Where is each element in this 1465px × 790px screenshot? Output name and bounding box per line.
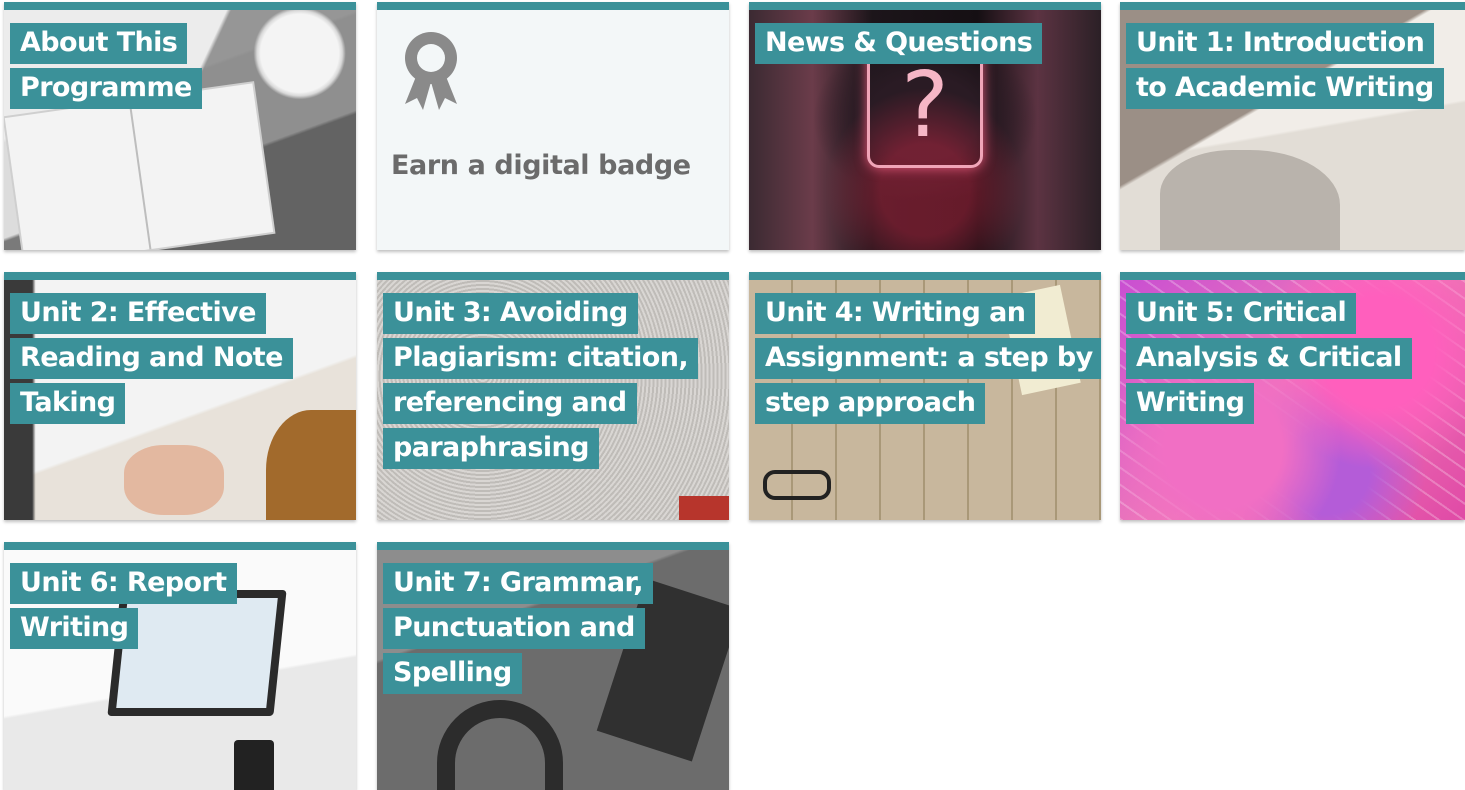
course-tile-grid: About This Programme Earn a digital badg… [0, 0, 1465, 790]
tile-about-title: About This Programme [10, 20, 210, 110]
tile-unit-7[interactable]: Unit 7: Grammar, Punctuation and Spellin… [377, 542, 729, 790]
tile-about-programme[interactable]: About This Programme [4, 2, 356, 250]
tile-unit-4[interactable]: Unit 4: Writing an Assignment: a step by… [749, 272, 1101, 520]
tile-unit-1[interactable]: Unit 1: Introduction to Academic Writing [1120, 2, 1465, 250]
tile-news-questions[interactable]: News & Questions [749, 2, 1101, 250]
tile-unit-6[interactable]: Unit 6: Report Writing [4, 542, 356, 790]
tile-unit-6-title: Unit 6: Report Writing [10, 560, 240, 650]
tile-unit-3[interactable]: Unit 3: Avoiding Plagiarism: citation, r… [377, 272, 729, 520]
tile-unit-5[interactable]: Unit 5: Critical Analysis & Critical Wri… [1120, 272, 1465, 520]
tile-unit-5-title: Unit 5: Critical Analysis & Critical Wri… [1126, 290, 1426, 425]
award-ribbon-icon [405, 32, 457, 110]
tile-unit-3-title: Unit 3: Avoiding Plagiarism: citation, r… [383, 290, 713, 470]
tile-unit-2[interactable]: Unit 2: Effective Reading and Note Takin… [4, 272, 356, 520]
tile-unit-7-title: Unit 7: Grammar, Punctuation and Spellin… [383, 560, 663, 695]
tile-news-title: News & Questions [755, 20, 1043, 65]
tile-unit-2-title: Unit 2: Effective Reading and Note Takin… [10, 290, 310, 425]
tile-unit-4-title: Unit 4: Writing an Assignment: a step by… [755, 290, 1101, 425]
tile-unit-1-title: Unit 1: Introduction to Academic Writing [1126, 20, 1446, 110]
badge-label: Earn a digital badge [391, 150, 691, 181]
tile-digital-badge[interactable]: Earn a digital badge [377, 2, 729, 250]
